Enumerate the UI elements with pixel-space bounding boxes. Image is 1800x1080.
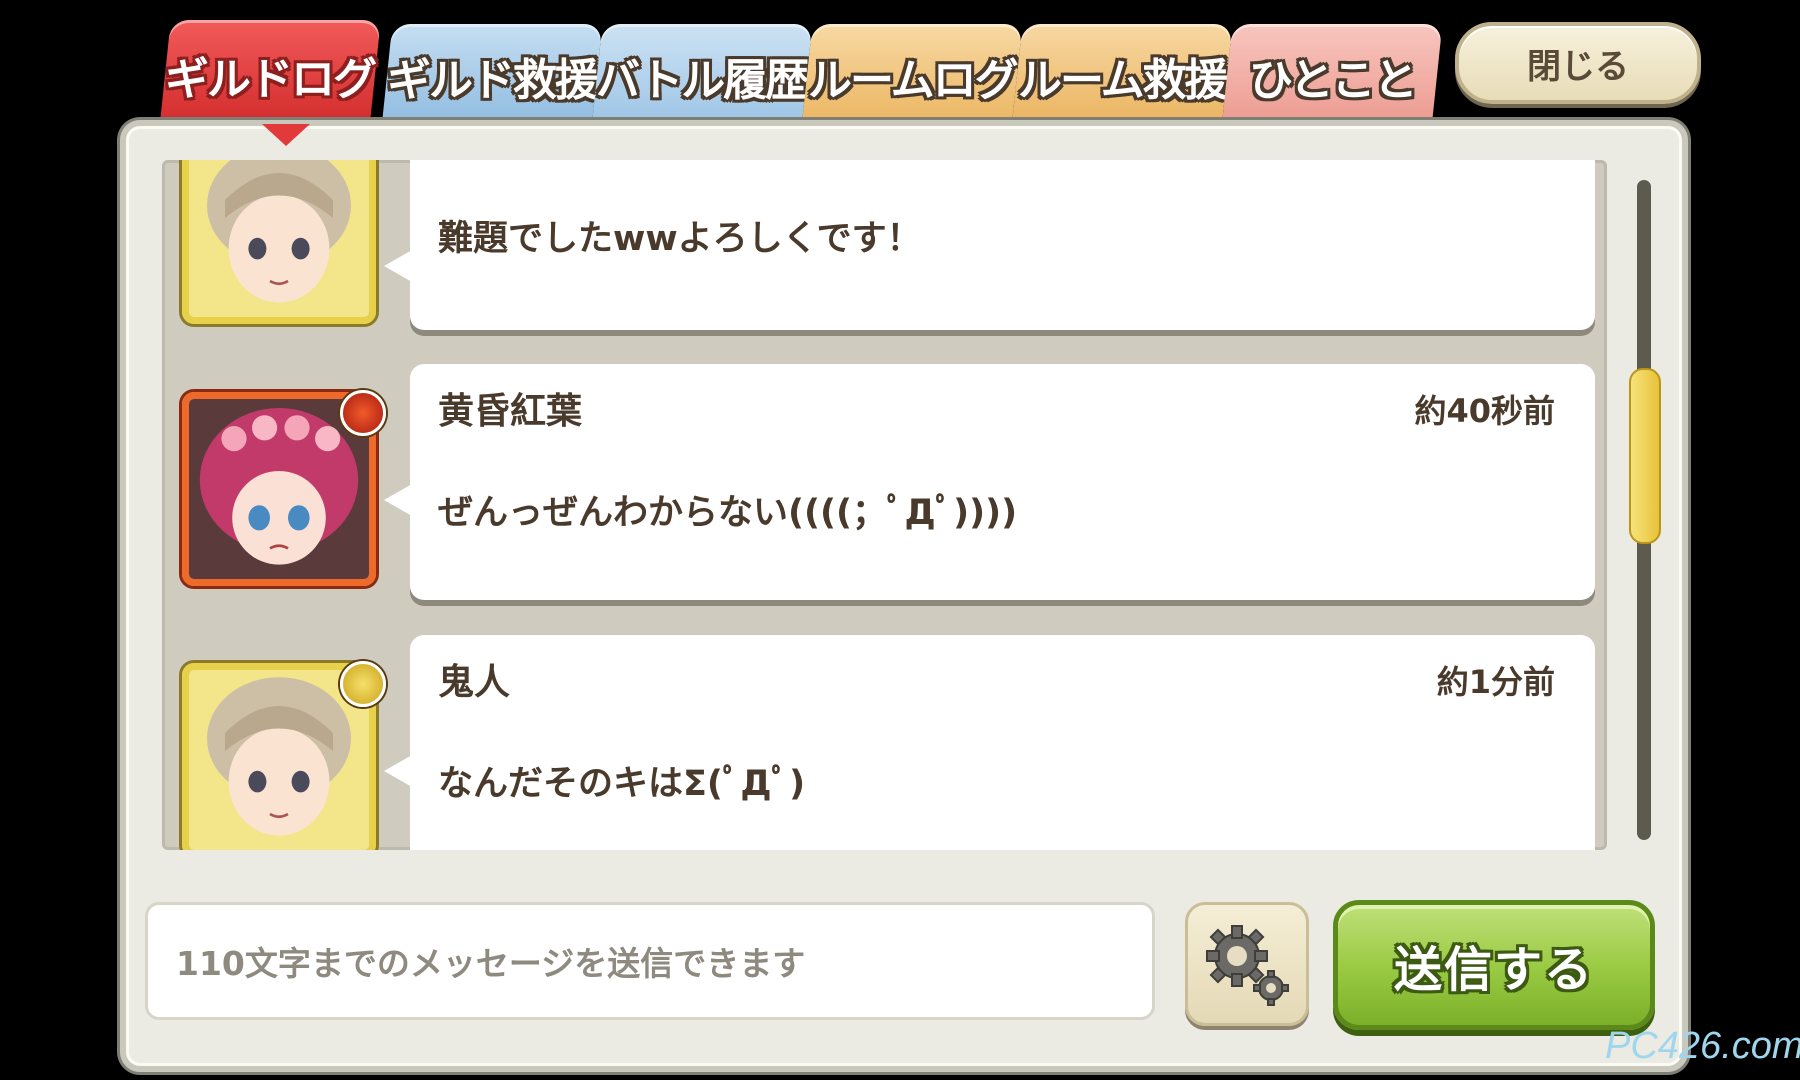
fire-element-icon bbox=[340, 390, 386, 436]
message-text: なんだそのキはΣ(ﾟДﾟ) bbox=[438, 764, 806, 804]
active-tab-pointer bbox=[262, 124, 310, 146]
tab-guild-rescue[interactable]: ギルド救援 bbox=[381, 24, 603, 127]
scrollbar-thumb[interactable] bbox=[1629, 368, 1661, 544]
avatar-illustration bbox=[189, 399, 369, 579]
message-time: 約40秒前 bbox=[1414, 392, 1555, 430]
watermark-logo: PC426.com bbox=[1605, 1025, 1800, 1067]
tab-battle-history[interactable]: バトル履歴 bbox=[591, 24, 813, 127]
tab-hitokoto-label: ひとこと bbox=[1248, 54, 1416, 106]
message-text: ぜんっぜんわからない((((；ﾟДﾟ)))) bbox=[438, 493, 1018, 533]
message-sender: 鬼人 bbox=[438, 662, 511, 703]
message-input[interactable]: 110文字までのメッセージを送信できます bbox=[145, 902, 1155, 1020]
tab-bar: ギルドログ ギルド救援 バトル履歴 ルームログ ルーム救援 ひとこと bbox=[159, 20, 1465, 130]
avatar-illustration bbox=[189, 670, 369, 850]
send-button[interactable]: 送信する bbox=[1333, 900, 1655, 1030]
tab-hitokoto[interactable]: ひとこと bbox=[1221, 24, 1443, 127]
light-element-icon bbox=[340, 661, 386, 707]
blonde-girl-avatar[interactable] bbox=[182, 160, 376, 324]
message-time: 約1分前 bbox=[1436, 663, 1555, 701]
close-button[interactable]: 閉じる bbox=[1455, 22, 1701, 104]
message-bubble: 黄昏紅葉 約40秒前 ぜんっぜんわからない((((；ﾟДﾟ)))) bbox=[384, 364, 1595, 600]
tab-guild-log-label: ギルドログ bbox=[165, 54, 375, 105]
message-sender: 黄昏紅葉 bbox=[438, 391, 583, 432]
chat-log[interactable]: 難題でしたwwよろしくです！ 黄昏紅葉 約40秒前 ぜんっぜんわからない((((… bbox=[162, 160, 1607, 850]
avatar-illustration bbox=[189, 160, 369, 317]
tab-room-rescue[interactable]: ルーム救援 bbox=[1011, 24, 1233, 127]
gear-icon bbox=[1206, 925, 1289, 1006]
message-bubble: 難題でしたwwよろしくです！ bbox=[384, 160, 1595, 330]
message-text: 難題でしたwwよろしくです！ bbox=[438, 219, 922, 259]
tab-battle-history-label: バトル履歴 bbox=[596, 54, 808, 106]
settings-button[interactable] bbox=[1185, 902, 1309, 1026]
tab-room-rescue-label: ルーム救援 bbox=[1017, 54, 1227, 106]
tab-guild-rescue-label: ギルド救援 bbox=[387, 54, 597, 106]
tab-guild-log[interactable]: ギルドログ bbox=[159, 20, 381, 130]
message-bubble: 鬼人 約1分前 なんだそのキはΣ(ﾟДﾟ) bbox=[384, 635, 1595, 850]
tab-room-log[interactable]: ルームログ bbox=[801, 24, 1023, 127]
tab-room-log-label: ルームログ bbox=[807, 54, 1017, 106]
